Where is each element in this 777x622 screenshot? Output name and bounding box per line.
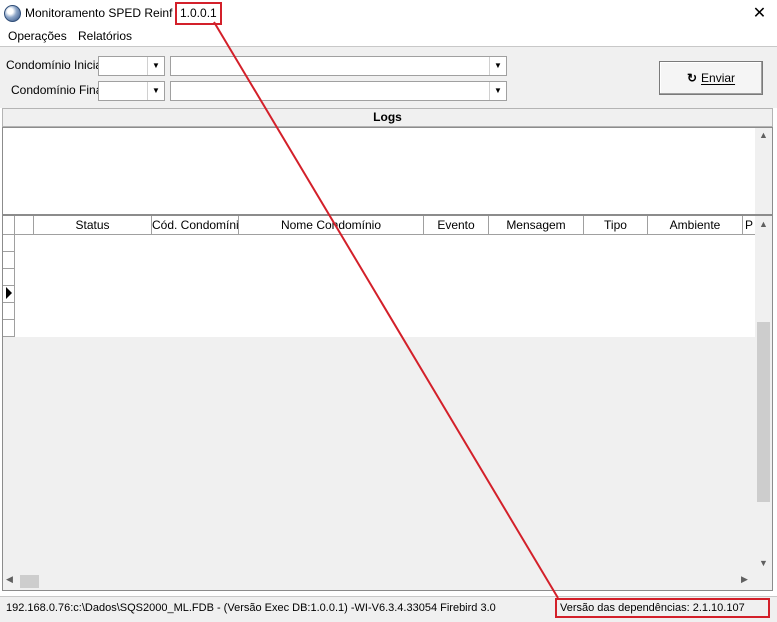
close-icon[interactable]: ✕ [742,0,777,28]
window-title: Monitoramento SPED Reinf - [25,6,180,20]
vertical-scroll-thumb[interactable] [757,322,770,502]
menu-bar: Operações Relatórios [0,28,777,46]
status-connection: 192.168.0.76:c:\Dados\SQS2000_ML.FDB - (… [6,602,496,614]
logs-scrollbar[interactable]: ▲ [755,128,772,214]
menu-relatorios[interactable]: Relatórios [78,29,132,43]
grid-column-type[interactable]: Tipo [584,216,648,234]
current-row-arrow-icon [6,287,12,299]
horizontal-scroll-thumb[interactable] [20,575,39,588]
chevron-left-icon[interactable]: ◀ [6,574,13,585]
chevron-down-icon[interactable]: ▼ [755,558,772,568]
logs-header: Logs [2,108,773,127]
final-condo-label: Condomínio Final [11,83,106,97]
grid-horizontal-scrollbar[interactable]: ◀ ▶ [3,573,755,590]
initial-condo-code-select[interactable]: ▼ [98,56,165,76]
refresh-icon: ↻ [686,71,698,85]
app-version: 1.0.0.1 [175,2,222,25]
send-button-label: Enviar [701,71,736,85]
grid-column-check [15,216,34,234]
grid-column-indicator [3,216,15,234]
app-icon [4,5,21,22]
row-indicator[interactable] [3,235,15,252]
row-indicator[interactable] [3,252,15,269]
initial-condo-name-select[interactable]: ▼ [170,56,507,76]
filter-panel: Condomínio Inicial ▼ ▼ Condomínio Final … [0,46,777,108]
grid-column-p[interactable]: P [743,216,755,234]
grid-column-message[interactable]: Mensagem [489,216,584,234]
chevron-up-icon[interactable]: ▲ [755,130,772,140]
grid-header: Status Cód. Condomínio Nome Condomínio E… [3,216,755,235]
status-dependencies-version: Versão das dependências: 2.1.10.107 [555,598,770,618]
final-condo-name-select[interactable]: ▼ [170,81,507,101]
chevron-down-icon[interactable]: ▼ [489,82,506,100]
chevron-down-icon[interactable]: ▼ [147,82,164,100]
grid-column-event[interactable]: Evento [424,216,489,234]
grid-column-environment[interactable]: Ambiente [648,216,743,234]
scroll-corner [755,573,772,590]
grid-column-condo-name[interactable]: Nome Condomínio [239,216,424,234]
grid-column-condo-code[interactable]: Cód. Condomínio [152,216,239,234]
row-indicator[interactable] [3,320,15,337]
send-button[interactable]: ↻ Enviar [659,61,763,95]
chevron-down-icon[interactable]: ▼ [147,57,164,75]
row-indicator[interactable] [3,269,15,286]
grid-body[interactable] [3,235,755,337]
chevron-down-icon[interactable]: ▼ [489,57,506,75]
final-condo-code-select[interactable]: ▼ [98,81,165,101]
status-bar: 192.168.0.76:c:\Dados\SQS2000_ML.FDB - (… [0,596,777,622]
grid-column-status[interactable]: Status [34,216,152,234]
initial-condo-label: Condomínio Inicial [6,58,105,72]
grid-vertical-scrollbar[interactable]: ▲ ▼ [755,216,772,572]
events-grid[interactable]: Status Cód. Condomínio Nome Condomínio E… [2,215,773,591]
chevron-right-icon[interactable]: ▶ [741,574,748,585]
menu-operacoes[interactable]: Operações [8,29,67,43]
title-bar: Monitoramento SPED Reinf - 1.0.0.1 ✕ [0,0,777,28]
logs-textarea[interactable]: ▲ [2,127,773,215]
chevron-up-icon[interactable]: ▲ [755,219,772,229]
row-indicator[interactable] [3,303,15,320]
